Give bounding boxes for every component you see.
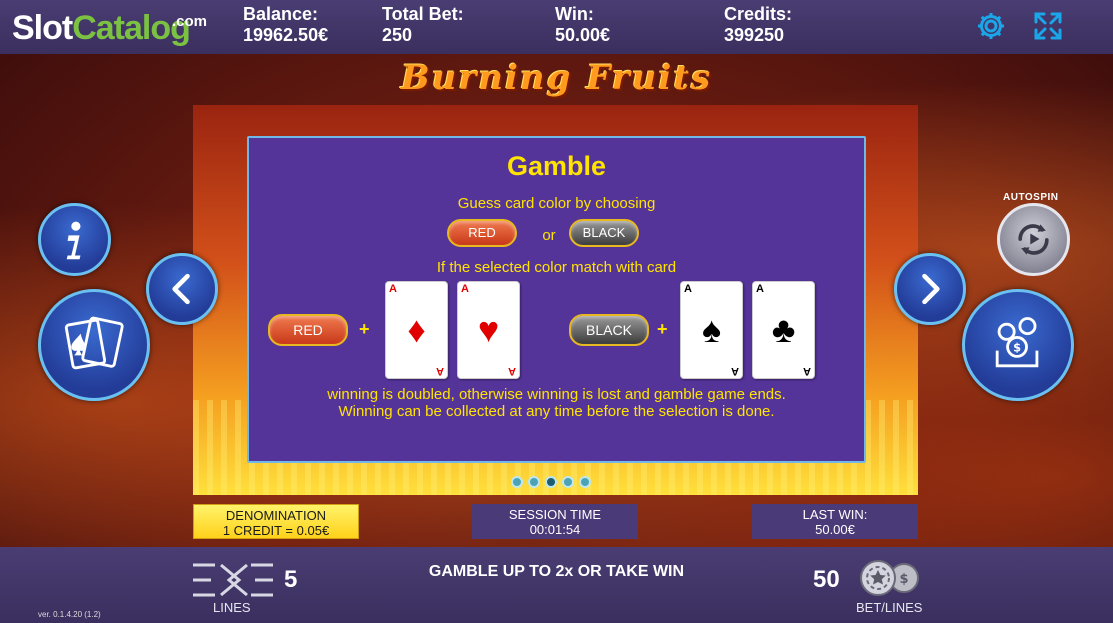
gamble-cards-button[interactable] bbox=[38, 289, 150, 401]
bet-lines-label: BET/LINES bbox=[856, 600, 923, 615]
top-bar: SlotCatalog .com Balance: 19962.50€ Tota… bbox=[0, 0, 1113, 54]
credits-display: Credits: 399250 bbox=[724, 4, 792, 46]
total-bet-value: 250 bbox=[382, 25, 413, 45]
black-choice-illustration: BLACK bbox=[569, 219, 639, 247]
pager-dot[interactable] bbox=[511, 476, 523, 488]
win-label: Win: bbox=[555, 4, 594, 24]
next-page-button[interactable] bbox=[894, 253, 966, 325]
example-red-pill: RED bbox=[268, 314, 348, 346]
spade-icon: ♠ bbox=[701, 309, 722, 350]
card-rank: A bbox=[508, 365, 516, 377]
autospin-icon bbox=[1018, 224, 1049, 255]
card-ace-clubs: A ♣ A bbox=[752, 281, 815, 379]
card-rank: A bbox=[803, 365, 811, 377]
balance-label: Balance: bbox=[243, 4, 319, 24]
red-choice-illustration: RED bbox=[447, 219, 517, 247]
win-display: Win: 50.00€ bbox=[555, 4, 610, 46]
card-rank: A bbox=[684, 283, 692, 295]
session-time-value: 00:01:54 bbox=[529, 522, 581, 537]
cards-icon bbox=[64, 316, 124, 370]
session-time-box: SESSION TIME 00:01:54 bbox=[472, 504, 638, 539]
credits-label: Credits: bbox=[724, 4, 793, 24]
collect-button[interactable]: $ bbox=[962, 289, 1074, 401]
denomination-value: 1 CREDIT = 0.05€ bbox=[222, 523, 330, 538]
denomination-title: DENOMINATION bbox=[225, 508, 327, 523]
chevron-right-icon bbox=[922, 273, 940, 305]
instruction-line-2: If the selected color match with card bbox=[436, 259, 677, 276]
or-text: or bbox=[542, 227, 556, 244]
last-win-title: LAST WIN: bbox=[802, 507, 868, 522]
pager-dot[interactable] bbox=[528, 476, 540, 488]
autospin-label: AUTOSPIN bbox=[1003, 192, 1059, 203]
card-rank: A bbox=[756, 283, 764, 295]
balance-display: Balance: 19962.50€ bbox=[243, 4, 328, 46]
card-rank: A bbox=[389, 283, 397, 295]
status-message: GAMBLE UP TO 2x OR TAKE WIN bbox=[428, 563, 685, 580]
instruction-line-1: Guess card color by choosing bbox=[457, 195, 656, 212]
gear-icon[interactable] bbox=[975, 10, 1007, 42]
card-ace-diamonds: A ♦ A bbox=[385, 281, 448, 379]
card-rank: A bbox=[461, 283, 469, 295]
logo-slot-text: Slot bbox=[12, 9, 73, 47]
plus-sign-black: + bbox=[657, 319, 668, 339]
pager-dot[interactable] bbox=[579, 476, 591, 488]
gamble-help-panel: Gamble Guess card color by choosing RED … bbox=[247, 136, 866, 463]
bottom-bar bbox=[0, 547, 1113, 623]
info-icon bbox=[66, 221, 81, 260]
instruction-line-3: winning is doubled, otherwise winning is… bbox=[327, 386, 786, 403]
card-rank: A bbox=[436, 365, 444, 377]
heart-icon: ♥ bbox=[477, 309, 500, 350]
svg-text:$: $ bbox=[1013, 341, 1021, 355]
autospin-button[interactable] bbox=[997, 203, 1070, 276]
club-icon: ♣ bbox=[771, 309, 796, 350]
denomination-box: DENOMINATION 1 CREDIT = 0.05€ bbox=[193, 504, 359, 539]
bet-value: 50 bbox=[813, 566, 840, 593]
instruction-line-4: Winning can be collected at any time bef… bbox=[338, 403, 775, 420]
last-win-value: 50.00€ bbox=[815, 522, 855, 537]
balance-value: 19962.50€ bbox=[243, 25, 329, 45]
previous-page-button[interactable] bbox=[146, 253, 218, 325]
example-black-pill: BLACK bbox=[569, 314, 649, 346]
help-pager bbox=[511, 476, 596, 488]
site-logo[interactable]: SlotCatalog .com bbox=[12, 8, 207, 48]
plus-sign-red: + bbox=[359, 319, 370, 339]
lines-label: LINES bbox=[213, 600, 251, 615]
logo-com-text: .com bbox=[172, 13, 208, 30]
total-bet-display: Total Bet: 250 bbox=[382, 4, 464, 46]
pager-dot-active[interactable] bbox=[545, 476, 557, 488]
card-ace-spades: A ♠ A bbox=[680, 281, 743, 379]
collect-coins-icon: $ bbox=[995, 317, 1039, 368]
card-rank: A bbox=[731, 365, 739, 377]
chevron-left-icon bbox=[172, 273, 190, 305]
version-text: ver. 0.1.4.20 (1.2) bbox=[38, 610, 101, 619]
info-button[interactable] bbox=[38, 203, 111, 276]
last-win-box: LAST WIN: 50.00€ bbox=[752, 504, 918, 539]
card-ace-hearts: A ♥ A bbox=[457, 281, 520, 379]
game-title: Burning Fruits bbox=[400, 58, 713, 98]
win-value: 50.00€ bbox=[555, 25, 611, 45]
svg-text:$: $ bbox=[899, 572, 908, 587]
total-bet-label: Total Bet: bbox=[382, 4, 464, 24]
bet-chips-icon[interactable]: $ bbox=[858, 559, 922, 597]
session-time-title: SESSION TIME bbox=[508, 507, 602, 522]
credits-value: 399250 bbox=[724, 25, 785, 45]
diamond-icon: ♦ bbox=[407, 309, 426, 350]
fullscreen-icon[interactable] bbox=[1032, 10, 1064, 42]
panel-title: Gamble bbox=[506, 151, 607, 181]
pager-dot[interactable] bbox=[562, 476, 574, 488]
